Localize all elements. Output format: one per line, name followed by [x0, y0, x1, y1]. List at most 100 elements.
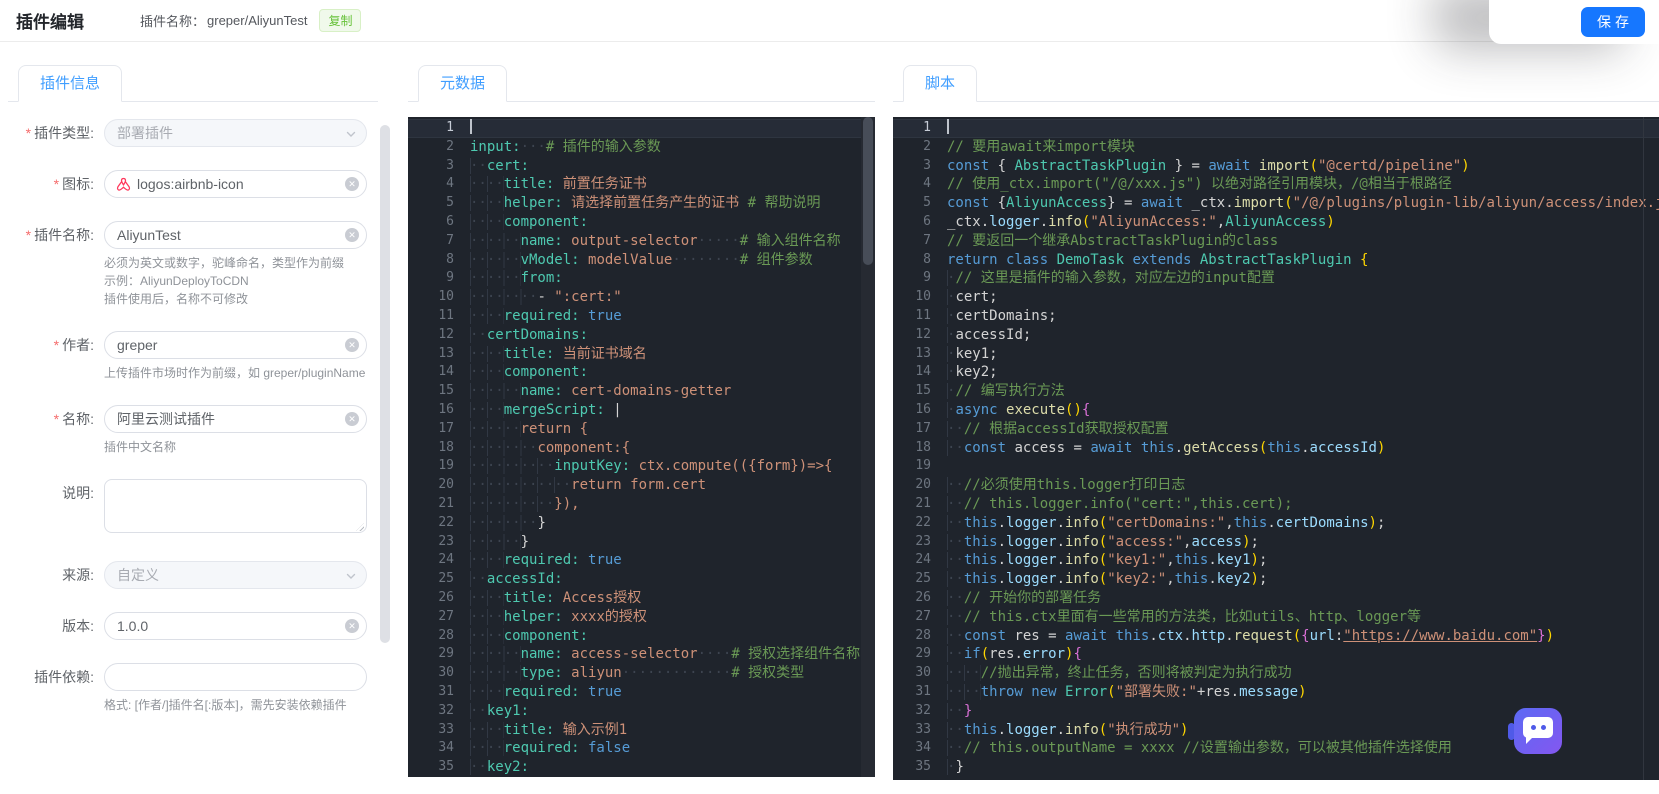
field-label-plugin-name: * 插件名称:	[25, 227, 94, 243]
editor-scrollbar[interactable]	[861, 117, 875, 777]
code-line: 19 ··········inputKey: ctx.compute(({form…	[408, 457, 875, 476]
code-text: ····required: true	[470, 683, 622, 700]
field-helper: 必须为英文或数字，驼峰命名，类型作为前缀 示例：AliyunDeployToCDN…	[104, 256, 345, 306]
plugin-type-select[interactable]: 部署插件	[104, 119, 367, 147]
code-line: 9 ·// 这里是插件的输入参数，对应左边的input配置	[893, 269, 1659, 288]
icon-input[interactable]	[137, 176, 342, 192]
code-line: 20 ··//必须使用this.logger打印日志	[893, 476, 1659, 495]
code-line: 31 ····throw new Error("部署失败:"+res.messag…	[893, 683, 1659, 702]
editor-scrollbar[interactable]	[1643, 117, 1659, 780]
code-line: 2 input:···# 插件的输入参数	[408, 138, 875, 157]
code-text: const { AbstractTaskPlugin } = await imp…	[947, 157, 1470, 174]
line-number: 30	[915, 665, 931, 681]
code-text: ··key2:	[470, 759, 530, 776]
code-text	[947, 119, 1659, 138]
code-text: ····helper: 请选择前置任务产生的证书 # 帮助说明	[470, 195, 821, 212]
code-line: 3 const { AbstractTaskPlugin } = await im…	[893, 157, 1659, 176]
code-line: 18 ··const access = await this.getAccess(…	[893, 439, 1659, 458]
code-line: 21 ··// this.logger.info("cert:",this.cer…	[893, 495, 1659, 514]
version-field: ✕	[104, 612, 367, 640]
code-line: 13 ·key1;	[893, 345, 1659, 364]
tab-script[interactable]: 脚本	[903, 65, 978, 102]
code-text: ······name: output-selector·····# 输入组件名称	[470, 232, 841, 249]
line-number: 20	[915, 477, 931, 493]
code-line: 35 ·}	[893, 758, 1659, 777]
clear-icon[interactable]: ✕	[345, 228, 359, 242]
code-text: ··certDomains:	[470, 326, 589, 343]
line-number: 34	[438, 740, 454, 756]
line-number: 1	[446, 120, 454, 135]
required-mark: *	[53, 411, 60, 427]
code-text: ······name: access-selector····# 授权选择组件名…	[470, 646, 861, 663]
line-number: 25	[438, 571, 454, 587]
plugin-name-row: 插件名称： greper/AliyunTest 复制	[140, 9, 362, 32]
line-number: 24	[915, 552, 931, 568]
line-number: 3	[923, 157, 931, 173]
line-number: 31	[438, 683, 454, 699]
line-number: 16	[915, 401, 931, 417]
code-text: ··········inputKey: ctx.compute(({form})…	[470, 458, 833, 475]
clear-icon[interactable]: ✕	[345, 412, 359, 426]
scrollbar-thumb[interactable]	[863, 117, 873, 265]
code-text: ····component:	[470, 627, 589, 644]
line-number: 15	[915, 383, 931, 399]
code-text: ··if(res.error){	[947, 646, 1082, 663]
code-line: 7 ······name: output-selector·····# 输入组件名…	[408, 232, 875, 251]
code-text: ··// this.logger.info("cert:",this.cert)…	[947, 495, 1293, 512]
form-scrollbar[interactable]	[380, 125, 390, 643]
plugin-name-input[interactable]	[117, 227, 342, 243]
code-line: 30 ······type: aliyun·············# 授权类型	[408, 664, 875, 683]
line-number: 10	[438, 289, 454, 305]
code-text: ····title: 前置任务证书	[470, 176, 647, 193]
field-label-deps: 插件依赖:	[34, 669, 94, 685]
clear-icon[interactable]: ✕	[345, 177, 359, 191]
script-editor[interactable]: 1 2// 要用await来import模块 3 const { AbstractTa…	[893, 117, 1659, 780]
chat-robot-button[interactable]	[1508, 708, 1562, 754]
source-select[interactable]: 自定义	[104, 561, 367, 589]
line-number: 14	[438, 364, 454, 380]
author-input[interactable]	[117, 337, 342, 353]
required-mark: *	[25, 227, 32, 243]
code-text: ····mergeScript: |	[470, 401, 622, 418]
title-input[interactable]	[117, 411, 342, 427]
code-line: 34 ····required: false	[408, 739, 875, 758]
code-line: 31 ····required: true	[408, 683, 875, 702]
code-line: 6 ····component:	[408, 213, 875, 232]
line-number: 8	[923, 251, 931, 267]
copy-button[interactable]: 复制	[319, 9, 362, 32]
save-bar: 保存	[1489, 0, 1659, 44]
code-text: ·certDomains;	[947, 307, 1057, 324]
code-line: 23 ······}	[408, 533, 875, 552]
line-number: 28	[438, 627, 454, 643]
line-number: 17	[915, 420, 931, 436]
field-helper: 插件中文名称	[104, 440, 177, 454]
code-text: ··this.logger.info("certDomains:",this.c…	[947, 514, 1386, 531]
line-number: 2	[446, 138, 454, 154]
code-text: ····throw new Error("部署失败:"+res.message)	[947, 683, 1307, 700]
airbnb-icon	[116, 177, 131, 191]
field-helper: 格式: [作者/]插件名[:版本]，需先安装依赖插件	[104, 698, 347, 712]
code-text: ······from:	[470, 270, 563, 287]
robot-eye	[1531, 725, 1536, 730]
line-number: 35	[915, 759, 931, 775]
version-input[interactable]	[117, 618, 342, 634]
save-button[interactable]: 保存	[1581, 7, 1645, 37]
metadata-editor[interactable]: 1 2 input:···# 插件的输入参数 3 ··cert: 4 ····title: …	[408, 117, 875, 777]
chat-bubble-icon	[1523, 717, 1553, 744]
field-control: 自定义	[104, 561, 367, 589]
field-row-deps: 插件依赖: 格式: [作者/]插件名[:版本]，需先安装依赖插件	[8, 663, 378, 714]
tab-metadata[interactable]: 元数据	[418, 65, 508, 102]
code-text: ····component:	[470, 213, 589, 230]
code-text: ············return form.cert	[470, 477, 707, 494]
line-number: 15	[438, 383, 454, 399]
line-number: 35	[438, 759, 454, 775]
tab-plugin-info[interactable]: 插件信息	[18, 65, 123, 102]
desc-textarea[interactable]	[104, 479, 367, 533]
deps-input[interactable]	[117, 669, 342, 685]
clear-icon[interactable]: ✕	[345, 619, 359, 633]
line-number: 14	[915, 364, 931, 380]
field-row-author: *作者: ✕ 上传插件市场时作为前缀，如 greper/pluginName	[8, 331, 378, 382]
code-text: ·accessId;	[947, 326, 1032, 343]
clear-icon[interactable]: ✕	[345, 338, 359, 352]
code-text: ·key1;	[947, 345, 998, 362]
